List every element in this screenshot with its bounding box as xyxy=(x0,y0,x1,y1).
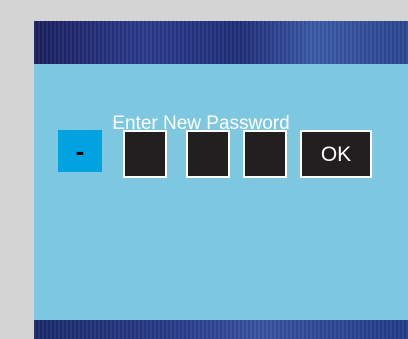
password-screen: Enter New Password - OK xyxy=(34,21,408,339)
ok-button[interactable]: OK xyxy=(300,130,372,178)
header-bar xyxy=(34,21,408,64)
password-digit-1[interactable]: - xyxy=(58,130,102,172)
password-digit-4[interactable] xyxy=(243,130,287,178)
password-digit-2[interactable] xyxy=(123,130,167,178)
outer-frame-left xyxy=(0,0,34,339)
password-panel: Enter New Password - OK xyxy=(34,64,408,320)
outer-frame-top xyxy=(0,0,408,21)
footer-bar xyxy=(34,320,408,339)
password-digit-3[interactable] xyxy=(186,130,230,178)
